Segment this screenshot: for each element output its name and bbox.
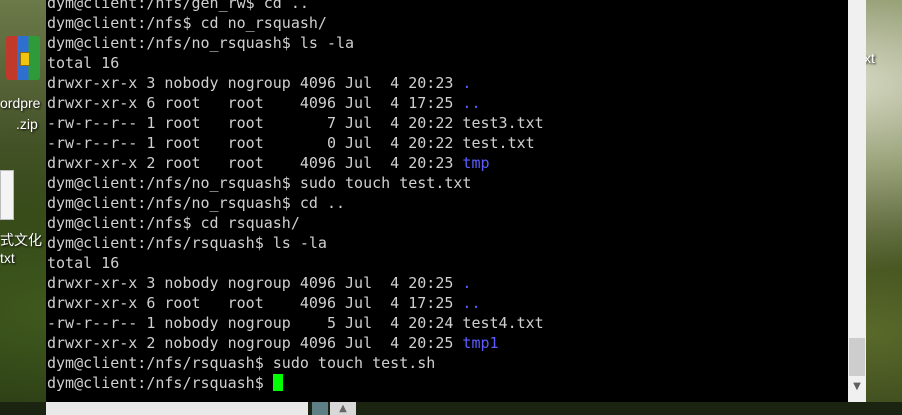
terminal-line-text: dym@client:/nfs$ cd rsquash/ — [47, 214, 300, 232]
taskbar-item[interactable] — [46, 402, 308, 415]
directory-name: .. — [462, 94, 481, 112]
terminal-cursor — [272, 374, 283, 391]
chevron-down-icon[interactable]: ▼ — [848, 378, 866, 396]
desktop-icon-label[interactable]: .zip — [16, 116, 38, 132]
terminal-line-text: -rw-r--r-- 1 root root 7 Jul 4 20:22 tes… — [47, 114, 544, 132]
directory-name: .. — [462, 294, 481, 312]
directory-name: tmp1 — [462, 334, 499, 352]
scrollbar-thumb[interactable] — [849, 338, 865, 376]
taskbar-up-icon[interactable]: ▲ — [330, 402, 356, 415]
terminal-line-text: drwxr-xr-x 2 root root 4096 Jul 4 20:23 — [47, 154, 463, 172]
terminal-line: dym@client:/nfs/no_rsquash$ sudo touch t… — [46, 173, 848, 193]
terminal-line-text: dym@client:/nfs/rsquash$ sudo touch test… — [47, 354, 436, 372]
terminal-line: dym@client:/nfs/rsquash$ ls -la — [46, 233, 848, 253]
terminal-line-text: drwxr-xr-x 6 root root 4096 Jul 4 17:25 — [47, 94, 463, 112]
terminal-line-text: drwxr-xr-x 3 nobody nogroup 4096 Jul 4 2… — [47, 74, 463, 92]
desktop-icon-label[interactable]: ordpre — [0, 95, 40, 111]
terminal-line-text: -rw-r--r-- 1 root root 0 Jul 4 20:22 tes… — [47, 134, 535, 152]
terminal-line: drwxr-xr-x 6 root root 4096 Jul 4 17:25 … — [46, 93, 848, 113]
terminal-line: dym@client:/nfs$ cd rsquash/ — [46, 213, 848, 233]
directory-name: . — [462, 274, 472, 292]
terminal-line-text: dym@client:/nfs/no_rsquash$ cd .. — [47, 194, 346, 212]
terminal-line: total 16 — [46, 53, 848, 73]
terminal-line: dym@client:/nfs/rsquash$ — [46, 373, 848, 393]
terminal-line-text: total 16 — [47, 254, 120, 272]
terminal-line: dym@client:/nfs/rsquash$ sudo touch test… — [46, 353, 848, 373]
terminal-line: total 16 — [46, 253, 848, 273]
taskbar-item[interactable] — [312, 402, 328, 415]
terminal-line: dym@client:/nfs/no_rsquash$ cd .. — [46, 193, 848, 213]
terminal-line: dym@client:/nfs$ cd no_rsquash/ — [46, 13, 848, 33]
terminal-line: drwxr-xr-x 3 nobody nogroup 4096 Jul 4 2… — [46, 273, 848, 293]
winrar-archive-icon[interactable] — [6, 36, 40, 80]
terminal-line-text: dym@client:/nfs/no_rsquash$ sudo touch t… — [47, 174, 472, 192]
terminal-line: dym@client:/nfs/no_rsquash$ ls -la — [46, 33, 848, 53]
terminal-line-text: drwxr-xr-x 6 root root 4096 Jul 4 17:25 — [47, 294, 463, 312]
directory-name: tmp — [462, 154, 490, 172]
desktop-icon-label[interactable]: txt — [0, 250, 15, 266]
terminal-line: -rw-r--r-- 1 root root 0 Jul 4 20:22 tes… — [46, 133, 848, 153]
terminal-line: drwxr-xr-x 3 nobody nogroup 4096 Jul 4 2… — [46, 73, 848, 93]
terminal-line: drwxr-xr-x 2 nobody nogroup 4096 Jul 4 2… — [46, 333, 848, 353]
terminal-line: -rw-r--r-- 1 nobody nogroup 5 Jul 4 20:2… — [46, 313, 848, 333]
terminal-line-text: drwxr-xr-x 3 nobody nogroup 4096 Jul 4 2… — [47, 274, 463, 292]
terminal-line-text: total 16 — [47, 54, 120, 72]
terminal-line: drwxr-xr-x 6 root root 4096 Jul 4 17:25 … — [46, 293, 848, 313]
terminal-line-text: dym@client:/nfs/rsquash$ — [47, 374, 273, 392]
desktop-icon-label[interactable]: 式文化 — [0, 230, 42, 250]
directory-name: . — [462, 74, 472, 92]
taskbar: ▲ — [0, 402, 902, 415]
terminal-line-text: dym@client:/nfs/no_rsquash$ ls -la — [47, 34, 355, 52]
terminal-line-text: drwxr-xr-x 2 nobody nogroup 4096 Jul 4 2… — [47, 334, 463, 352]
terminal-line: -rw-r--r-- 1 root root 7 Jul 4 20:22 tes… — [46, 113, 848, 133]
terminal-line-text: dym@client:/nfs/rsquash$ ls -la — [47, 234, 327, 252]
terminal-line-text: dym@client:/nfs/gen_rw$ cd .. — [47, 0, 309, 12]
terminal-line-text: -rw-r--r-- 1 nobody nogroup 5 Jul 4 20:2… — [47, 314, 544, 332]
terminal-line: dym@client:/nfs/gen_rw$ cd .. — [46, 0, 848, 13]
text-document-icon[interactable] — [0, 170, 14, 220]
terminal-scrollbar[interactable]: ▼ — [848, 0, 866, 402]
terminal-line-text: dym@client:/nfs$ cd no_rsquash/ — [47, 14, 327, 32]
terminal-line: drwxr-xr-x 2 root root 4096 Jul 4 20:23 … — [46, 153, 848, 173]
terminal-output[interactable]: dym@client:/nfs/gen_rw$ cd .. dym@client:… — [46, 0, 848, 402]
